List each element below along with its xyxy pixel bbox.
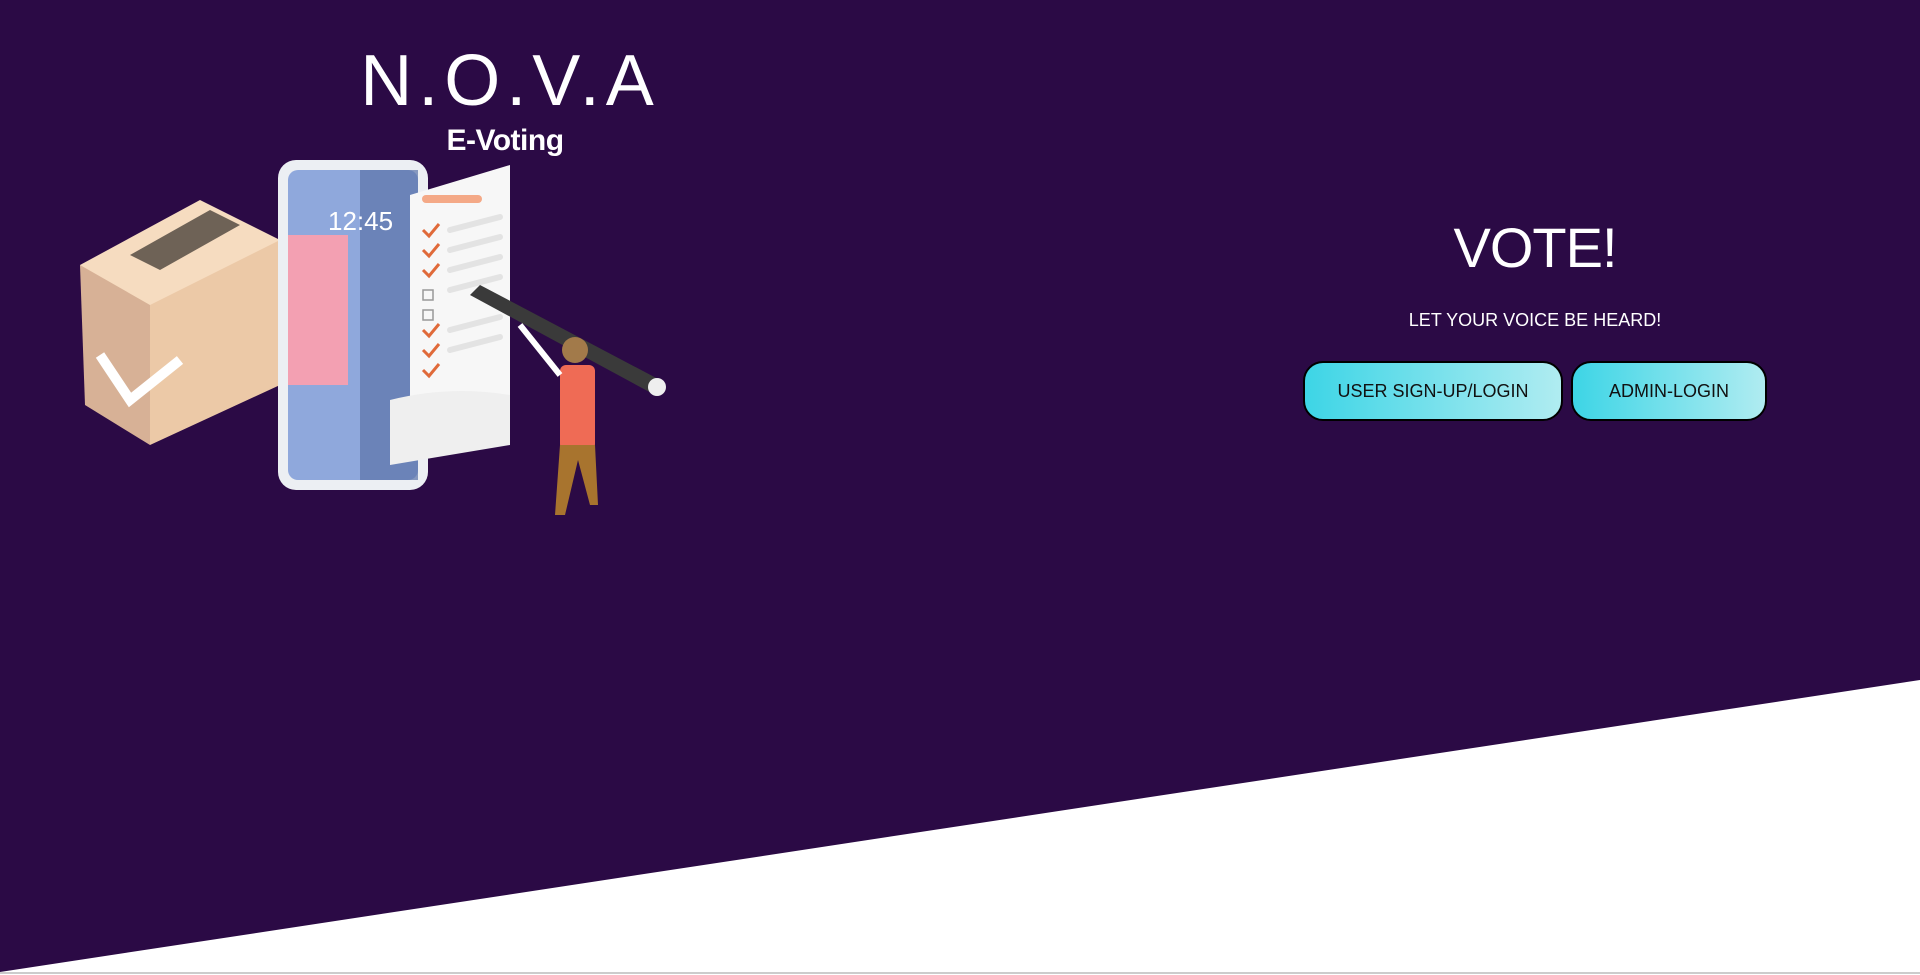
logo-subtitle: E-Voting xyxy=(446,124,564,157)
admin-login-button[interactable]: ADMIN-LOGIN xyxy=(1571,361,1767,421)
hero-tagline: LET YOUR VOICE BE HEARD! xyxy=(1408,310,1662,330)
hero-section: VOTE! LET YOUR VOICE BE HEARD! USER SIGN… xyxy=(1240,210,1830,421)
user-signup-login-button[interactable]: USER SIGN-UP/LOGIN xyxy=(1303,361,1563,421)
login-buttons: USER SIGN-UP/LOGIN ADMIN-LOGIN xyxy=(1240,361,1830,421)
phone-time: 12:45 xyxy=(328,206,393,236)
ballot-box-icon xyxy=(80,200,280,445)
hero-heading: VOTE! xyxy=(1453,216,1617,279)
voting-illustration: 12:45 xyxy=(80,160,666,515)
logo-title: N.O.V.A xyxy=(360,41,660,121)
